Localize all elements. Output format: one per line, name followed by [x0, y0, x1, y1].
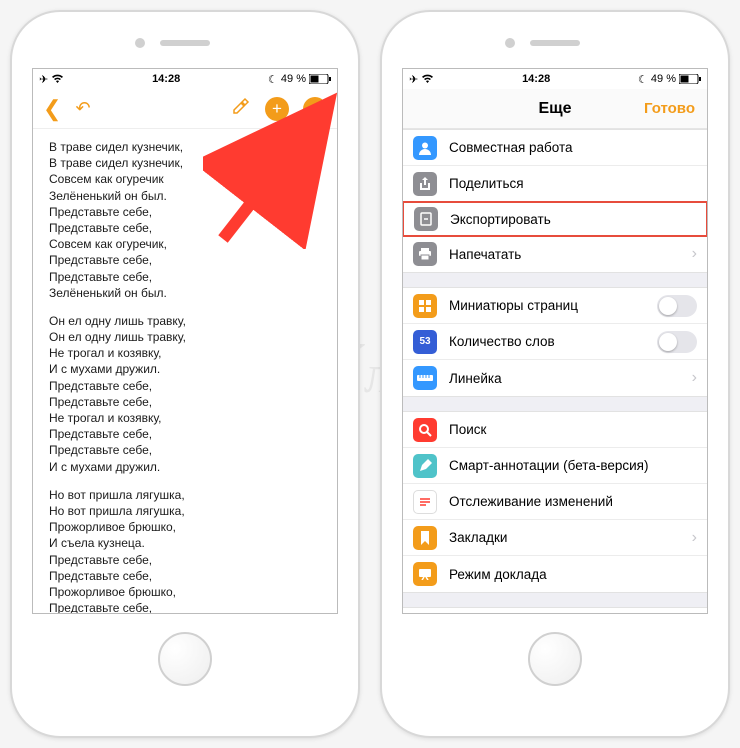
done-button[interactable]: Готово: [644, 100, 695, 117]
row-label: Линейка: [449, 371, 502, 386]
document-body[interactable]: В траве сидел кузнечик, В траве сидел ку…: [33, 129, 337, 613]
home-button[interactable]: [158, 632, 212, 686]
status-bar: ✈ 14:28 ☾ 49 %: [403, 69, 707, 89]
row-bookmarks[interactable]: Закладки ›: [403, 520, 707, 556]
airplane-icon: ✈: [409, 73, 418, 86]
more-button[interactable]: •••: [303, 97, 327, 121]
row-password[interactable]: Пароль: [403, 608, 707, 613]
bookmark-icon: [413, 526, 437, 550]
format-brush-button[interactable]: [231, 96, 251, 121]
paragraph-1: В траве сидел кузнечик, В траве сидел ку…: [49, 139, 321, 301]
moon-icon: ☾: [268, 73, 278, 86]
screen-left: ✈ 14:28 ☾ 49 % ❮ ↶: [32, 68, 338, 614]
row-ruler[interactable]: Линейка ›: [403, 360, 707, 396]
battery-icon: [679, 74, 701, 84]
home-button[interactable]: [528, 632, 582, 686]
paragraph-3: Но вот пришла лягушка, Но вот пришла ляг…: [49, 487, 321, 613]
status-bar: ✈ 14:28 ☾ 49 %: [33, 69, 337, 89]
airplane-icon: ✈: [39, 73, 48, 86]
person-icon: [413, 136, 437, 160]
battery-text: 49 %: [281, 73, 306, 85]
wifi-icon: [51, 74, 64, 84]
row-label: Режим доклада: [449, 567, 547, 582]
presentation-icon: [413, 562, 437, 586]
row-label: Миниатюры страниц: [449, 298, 578, 313]
battery-text: 49 %: [651, 73, 676, 85]
search-icon: [413, 418, 437, 442]
undo-button[interactable]: ↶: [75, 98, 90, 119]
row-collaborate[interactable]: Совместная работа: [403, 130, 707, 166]
thumbnails-icon: [413, 294, 437, 318]
battery-icon: [309, 74, 331, 84]
row-wordcount[interactable]: 53 Количество слов: [403, 324, 707, 360]
annotations-icon: [413, 454, 437, 478]
toggle-thumbnails[interactable]: [657, 295, 697, 317]
row-label: Напечатать: [449, 247, 521, 262]
status-time: 14:28: [152, 73, 180, 85]
row-label: Поделиться: [449, 176, 524, 191]
row-presentation[interactable]: Режим доклада: [403, 556, 707, 592]
share-icon: [413, 172, 437, 196]
row-search[interactable]: Поиск: [403, 412, 707, 448]
back-button[interactable]: ❮: [43, 96, 61, 122]
screen-right: ✈ 14:28 ☾ 49 % Еще Готово: [402, 68, 708, 614]
menu-header: Еще Готово: [403, 89, 707, 129]
print-icon: [413, 242, 437, 266]
row-smart-annotations[interactable]: Смарт-аннотации (бета-версия): [403, 448, 707, 484]
row-label: Количество слов: [449, 334, 555, 349]
row-share[interactable]: Поделиться: [403, 166, 707, 202]
chevron-right-icon: ›: [692, 529, 697, 547]
chevron-right-icon: ›: [692, 245, 697, 263]
row-label: Экспортировать: [450, 212, 551, 227]
editor-toolbar: ❮ ↶ + •••: [33, 89, 337, 129]
status-time: 14:28: [522, 73, 550, 85]
row-export[interactable]: Экспортировать: [403, 201, 707, 237]
row-label: Смарт-аннотации (бета-версия): [449, 458, 648, 473]
more-menu-list: Совместная работа Поделиться Экспортиров…: [403, 129, 707, 613]
ruler-icon: [413, 366, 437, 390]
toggle-wordcount[interactable]: [657, 331, 697, 353]
phone-right: ✈ 14:28 ☾ 49 % Еще Готово: [380, 10, 730, 738]
paragraph-2: Он ел одну лишь травку, Он ел одну лишь …: [49, 313, 321, 475]
row-label: Отслеживание изменений: [449, 494, 613, 509]
row-print[interactable]: Напечатать ›: [403, 236, 707, 272]
chevron-right-icon: ›: [692, 369, 697, 387]
row-label: Закладки: [449, 530, 507, 545]
export-icon: [414, 207, 438, 231]
row-thumbnails[interactable]: Миниатюры страниц: [403, 288, 707, 324]
row-track-changes[interactable]: Отслеживание изменений: [403, 484, 707, 520]
menu-title: Еще: [538, 100, 571, 118]
phone-left: ✈ 14:28 ☾ 49 % ❮ ↶: [10, 10, 360, 738]
row-label: Поиск: [449, 422, 486, 437]
track-icon: [413, 490, 437, 514]
moon-icon: ☾: [638, 73, 648, 86]
wordcount-icon: 53: [413, 330, 437, 354]
row-label: Совместная работа: [449, 140, 573, 155]
wifi-icon: [421, 74, 434, 84]
add-button[interactable]: +: [265, 97, 289, 121]
